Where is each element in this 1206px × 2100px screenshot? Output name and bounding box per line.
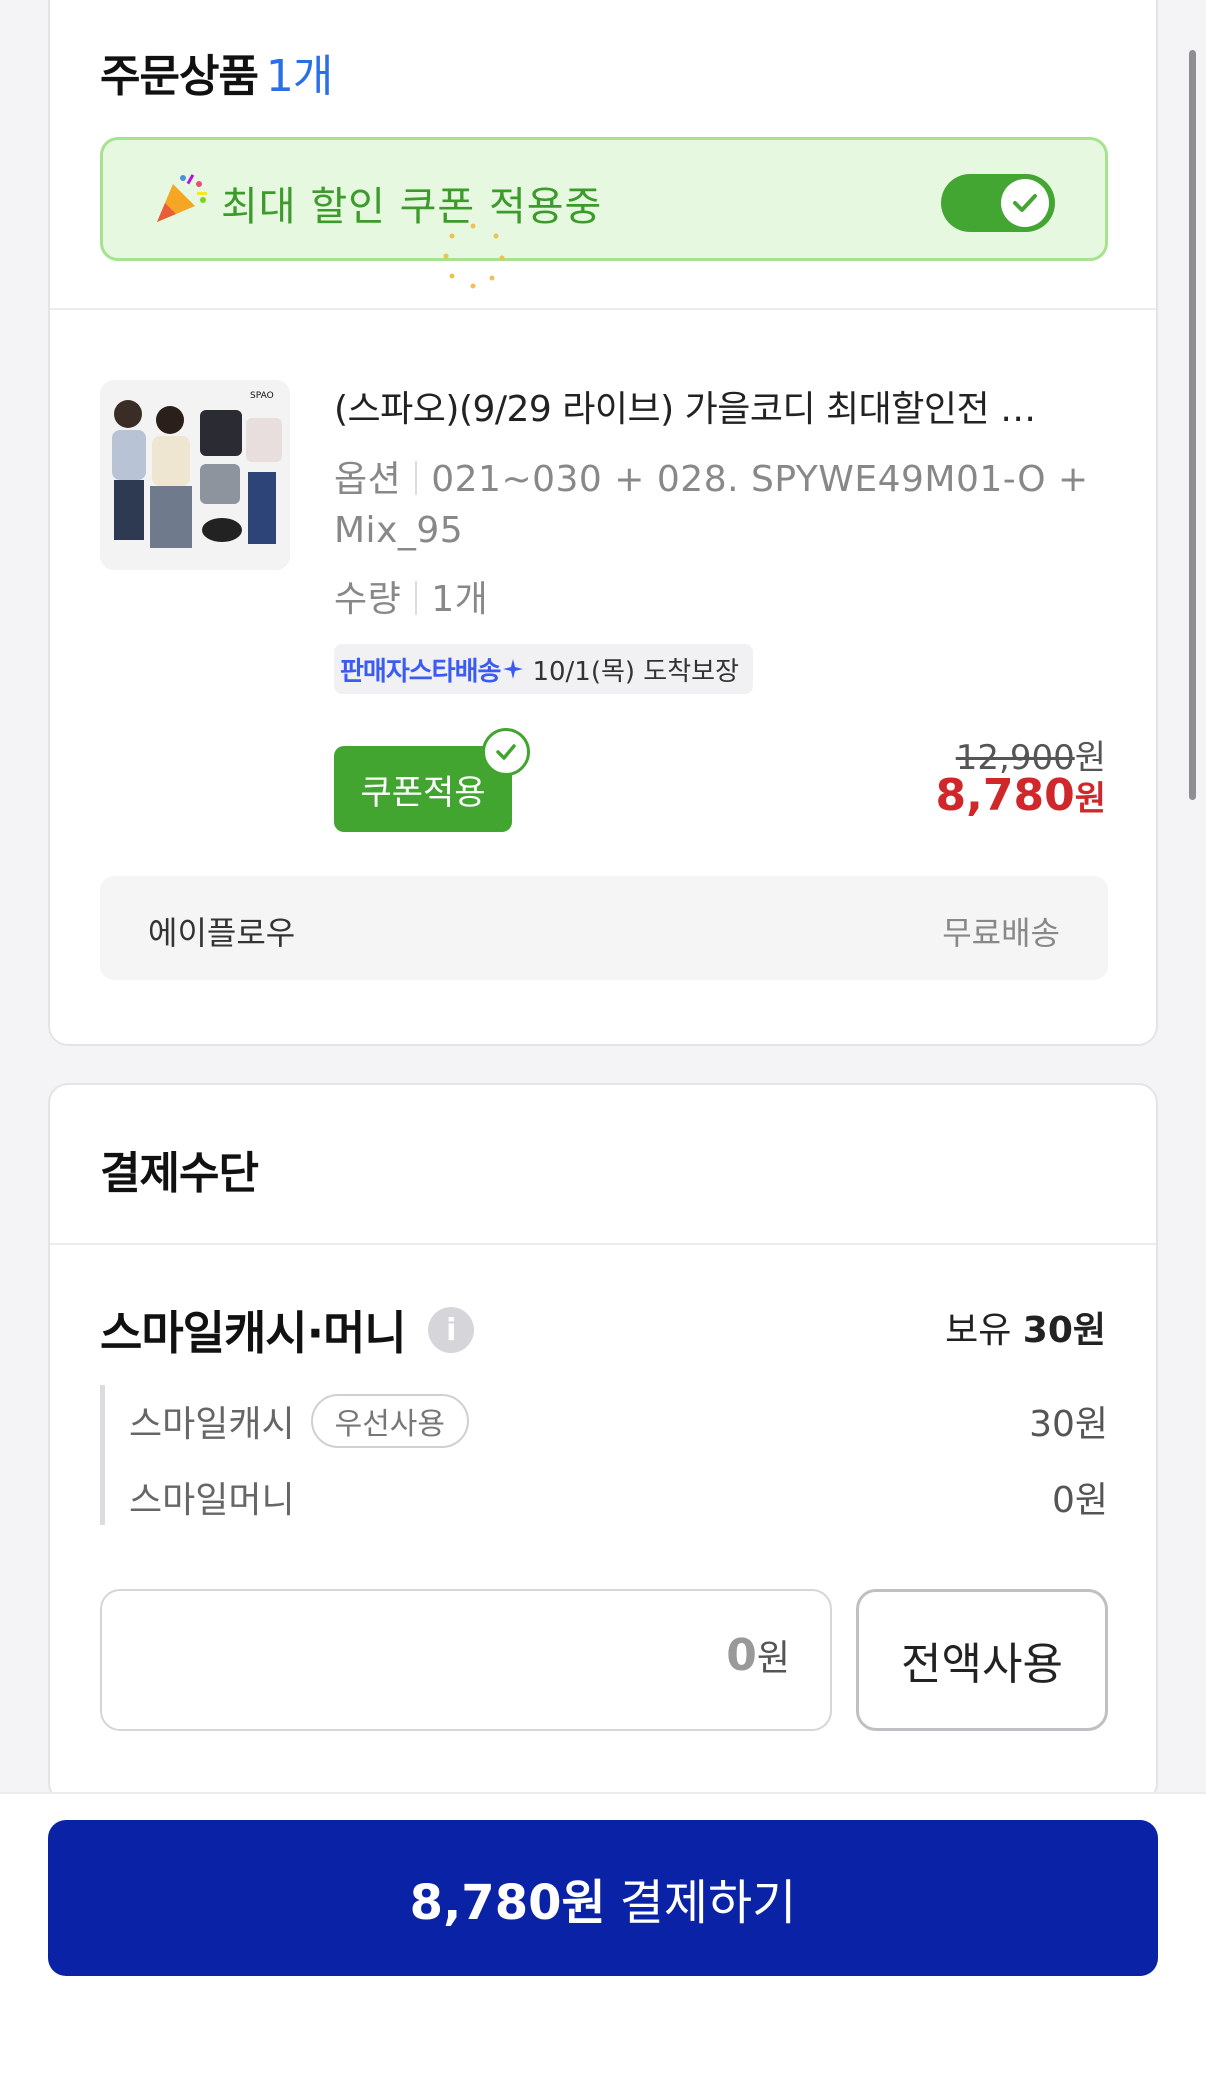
smile-cash-row: 스마일캐시 우선사용 30원 [129, 1391, 1108, 1451]
coupon-toggle[interactable] [941, 174, 1055, 232]
delivery-badge: 판매자스타배송 10/1(목) 도착보장 [334, 644, 753, 694]
shipping-fee: 무료배송 [942, 914, 1060, 952]
coupon-banner-text: 최대 할인 쿠폰 적용중 [221, 184, 603, 230]
order-page: 주문상품 1개 최대 할인 쿠폰 적용중 SPAO (스파오)(9/29 라이브… [0, 0, 1206, 2100]
final-price-value: 8,780 [935, 770, 1075, 821]
party-popper-icon [157, 174, 207, 222]
holding-balance: 보유 30원 [945, 1301, 1106, 1353]
star-sparkle-icon [503, 659, 524, 679]
scrollbar[interactable] [1189, 50, 1196, 800]
order-items-card: 주문상품 1개 최대 할인 쿠폰 적용중 SPAO (스파오)(9/29 라이브… [48, 0, 1158, 1046]
priority-use-pill[interactable]: 우선사용 [310, 1394, 470, 1448]
amount-number: 0 [726, 1630, 757, 1681]
toggle-knob [1001, 179, 1049, 227]
sparkle-dots-icon [443, 223, 505, 289]
smile-cash-value: 30원 [1029, 1404, 1108, 1445]
svg-text:SPAO: SPAO [250, 391, 274, 401]
payment-method-card: 결제수단 스마일캐시·머니 i 보유 30원 스마일캐시 우선사용 30원 스마… [48, 1083, 1158, 1803]
seller-star-delivery-label: 판매자스타배송 [340, 656, 501, 687]
seller-shipping-box: 에이플로우 무료배송 [100, 876, 1108, 980]
checkout-label: 결제하기 [619, 1875, 797, 1931]
option-row: 옵션 021~030 + 028. SPYWE49M01-O + [334, 450, 1089, 502]
delivery-date: 10/1(목) 도착보장 [532, 656, 739, 687]
coupon-applied-check-icon [482, 728, 530, 776]
checkout-amount: 8,780원 [409, 1875, 606, 1931]
amount-input-value: 0원 [726, 1629, 790, 1681]
order-title-label: 주문상품 [100, 51, 259, 102]
info-icon[interactable]: i [427, 1307, 474, 1353]
order-count: 1개 [265, 51, 333, 102]
smile-cash-money-title: 스마일캐시·머니 i [100, 1297, 474, 1363]
product-thumbnail[interactable]: SPAO [100, 380, 290, 570]
payment-section-title: 결제수단 [100, 1148, 259, 1199]
amount-unit: 원 [756, 1638, 790, 1679]
option-value: 021~030 + 028. SPYWE49M01-O + [431, 459, 1089, 500]
product-title[interactable]: (스파오)(9/29 라이브) 가을코디 최대할인전 … [334, 380, 1124, 432]
holding-label: 보유 [945, 1310, 1012, 1351]
smile-money-value: 0원 [1051, 1480, 1108, 1521]
final-price: 8,780원 [936, 770, 1106, 821]
smile-money-label: 스마일머니 [129, 1480, 295, 1521]
final-price-unit: 원 [1074, 779, 1106, 819]
use-all-button[interactable]: 전액사용 [856, 1589, 1108, 1731]
separator [415, 581, 418, 615]
seller-name[interactable]: 에이플로우 [148, 908, 295, 954]
check-icon [1013, 194, 1037, 212]
checkout-bar: 8,780원 결제하기 [0, 1792, 1206, 2100]
option-value-cont: Mix_95 [334, 510, 464, 551]
order-section-title: 주문상품 1개 [100, 40, 333, 104]
quantity-label: 수량 [334, 579, 402, 620]
option-label: 옵션 [334, 459, 402, 500]
smile-breakdown: 스마일캐시 우선사용 30원 스마일머니 0원 [100, 1385, 1108, 1525]
smile-title-label: 스마일캐시·머니 [100, 1306, 407, 1360]
max-coupon-banner[interactable]: 최대 할인 쿠폰 적용중 [100, 137, 1108, 261]
product-image: SPAO [100, 380, 290, 570]
smile-money-row: 스마일머니 0원 [129, 1467, 1108, 1527]
quantity-row: 수량 1개 [334, 570, 488, 622]
checkout-button[interactable]: 8,780원 결제하기 [48, 1820, 1158, 1976]
divider [50, 1243, 1156, 1245]
separator [415, 461, 418, 495]
smile-cash-label: 스마일캐시 [129, 1404, 295, 1445]
quantity-value: 1개 [431, 579, 489, 620]
smile-amount-input[interactable]: 0원 [100, 1589, 832, 1731]
holding-value: 30원 [1022, 1310, 1106, 1351]
divider [50, 308, 1156, 310]
